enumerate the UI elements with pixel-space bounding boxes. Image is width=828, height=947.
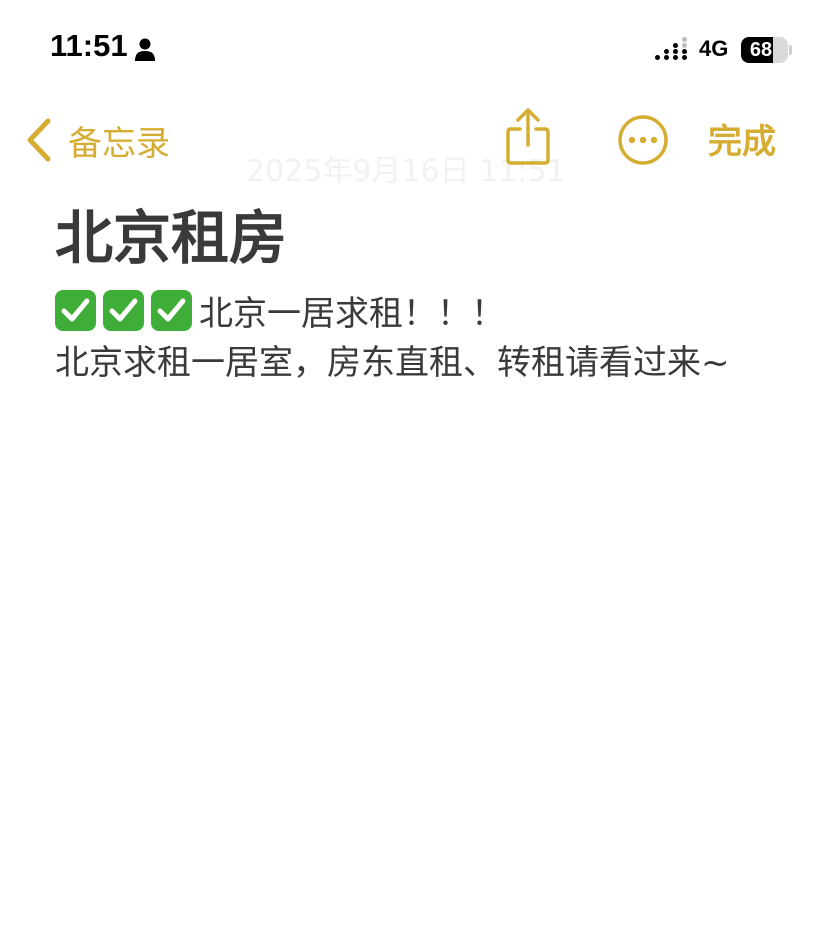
check-mark-button-icon	[151, 289, 192, 331]
check-mark-button-icon	[55, 289, 96, 331]
battery-indicator: 68	[741, 37, 792, 63]
check-mark-button-icon	[103, 289, 144, 331]
battery-percent: 68	[749, 39, 773, 61]
network-type-label: 4G	[699, 36, 729, 61]
note-first-line-text: 北京一居求租！！！	[199, 293, 505, 334]
done-button[interactable]: 完成	[708, 114, 776, 163]
back-button[interactable]: 备忘录	[24, 112, 170, 168]
cellular-signal-icon	[655, 37, 687, 60]
chevron-left-icon	[27, 118, 51, 162]
note-body-text[interactable]: 北京求租一居室，房东直租、转租请看过来~	[55, 336, 775, 390]
share-icon	[506, 108, 550, 165]
note-title[interactable]: 北京租房	[55, 200, 287, 276]
person-icon	[135, 38, 155, 61]
status-time: 11:51	[50, 28, 128, 63]
battery-body: 68	[741, 37, 788, 63]
ellipsis-circle-icon	[618, 115, 668, 165]
share-button[interactable]	[502, 107, 554, 167]
back-label: 备忘录	[68, 123, 170, 164]
notes-screen: 11:51 4G 68 备忘录 2025年9月16日 11:51 完成 北京租房…	[0, 0, 828, 947]
note-first-line[interactable]: 北京一居求租！！！	[55, 286, 505, 334]
status-bar: 11:51 4G 68	[0, 0, 828, 100]
more-options-button[interactable]	[617, 114, 669, 166]
battery-nub	[789, 45, 792, 55]
